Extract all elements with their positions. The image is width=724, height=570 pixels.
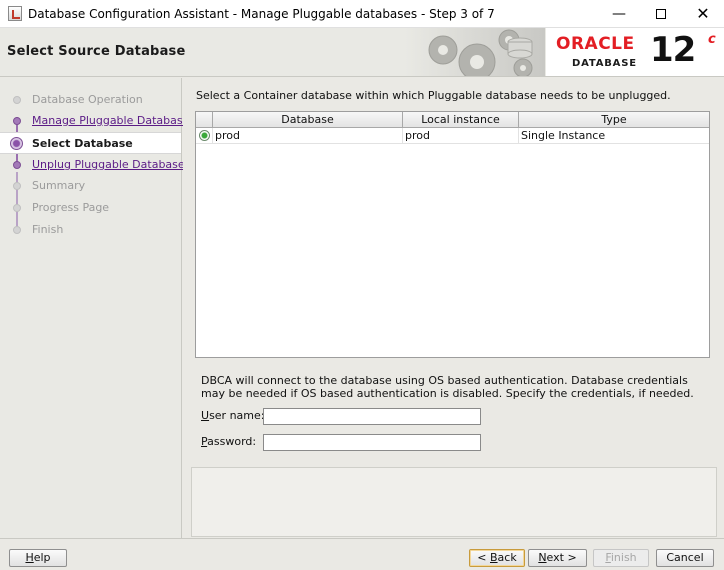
next-label-rest: ext > xyxy=(546,551,577,564)
step-dot-icon xyxy=(13,182,21,190)
help-button[interactable]: Help xyxy=(9,549,67,567)
main-panel: Select a Container database within which… xyxy=(183,78,724,538)
cell-local-instance: prod xyxy=(403,128,519,144)
row-select-cell[interactable] xyxy=(196,128,213,144)
table-row[interactable]: prod prod Single Instance xyxy=(196,128,709,144)
version-number: 12 xyxy=(650,30,696,70)
step-current-icon xyxy=(10,137,23,150)
step-dot-icon xyxy=(13,96,21,104)
window-title-bar[interactable]: Database Configuration Assistant - Manag… xyxy=(0,0,724,28)
password-label-rest: assword: xyxy=(207,435,257,448)
step-label: Database Operation xyxy=(32,93,143,106)
minimize-icon[interactable]: — xyxy=(598,0,640,28)
step-dot-icon xyxy=(13,226,21,234)
header-banner: Select Source Database ORACLE DATABASE 1… xyxy=(0,28,724,77)
radio-selected-icon[interactable] xyxy=(199,130,210,141)
table-header: Database Local instance Type xyxy=(196,112,709,128)
button-bar: Help < Back Next > Finish Cancel xyxy=(0,538,724,570)
step-manage-pluggable-databases[interactable]: Manage Pluggable Databases xyxy=(0,110,195,132)
username-mnemonic: U xyxy=(201,409,210,422)
column-header-select[interactable] xyxy=(196,112,213,128)
cell-type: Single Instance xyxy=(521,129,606,142)
oracle-logo-word: ORACLE xyxy=(556,34,635,54)
step-dot-icon xyxy=(13,161,21,169)
auth-note-text: DBCA will connect to the database using … xyxy=(201,374,694,400)
window-title: Database Configuration Assistant - Manag… xyxy=(28,7,495,21)
back-prefix: < xyxy=(477,551,490,564)
help-label-rest: elp xyxy=(33,551,51,564)
version-suffix: c xyxy=(708,32,716,47)
step-dot-icon xyxy=(13,204,21,212)
step-label: Summary xyxy=(32,179,86,192)
step-label: Select Database xyxy=(32,137,133,150)
step-database-operation: Database Operation xyxy=(0,89,181,111)
step-label[interactable]: Manage Pluggable Databases xyxy=(32,114,195,127)
back-mnemonic: B xyxy=(490,551,498,564)
close-icon[interactable]: ✕ xyxy=(682,0,724,28)
oracle-logo-sub: DATABASE xyxy=(572,58,637,69)
database-table[interactable]: Database Local instance Type prod prod S… xyxy=(195,111,710,358)
maximize-icon[interactable] xyxy=(640,0,682,28)
step-label[interactable]: Unplug Pluggable Database xyxy=(32,158,185,171)
next-button[interactable]: Next > xyxy=(528,549,587,567)
page-title: Select Source Database xyxy=(7,44,186,59)
finish-button: Finish xyxy=(593,549,649,567)
finish-label-rest: inish xyxy=(610,551,637,564)
step-unplug-pluggable-database[interactable]: Unplug Pluggable Database xyxy=(0,154,185,176)
username-label-rest: ser name: xyxy=(209,409,265,422)
column-header-local-instance[interactable]: Local instance xyxy=(403,112,519,128)
step-summary: Summary xyxy=(0,175,181,197)
instruction-text: Select a Container database within which… xyxy=(196,89,671,102)
back-label-rest: ack xyxy=(497,551,517,564)
cell-database: prod xyxy=(213,128,403,144)
next-mnemonic: N xyxy=(538,551,547,564)
column-header-type[interactable]: Type xyxy=(519,112,709,128)
step-progress-page: Progress Page xyxy=(0,197,181,219)
step-select-database: Select Database xyxy=(0,132,181,154)
message-area xyxy=(191,467,717,537)
steps-sidebar: Database Operation Manage Pluggable Data… xyxy=(0,78,195,538)
column-header-database[interactable]: Database xyxy=(213,112,403,128)
dbca-app-icon xyxy=(8,6,22,21)
back-button[interactable]: < Back xyxy=(469,549,525,567)
step-dot-icon xyxy=(13,117,21,125)
oracle-logo: ORACLE DATABASE 12 c xyxy=(546,28,724,76)
gears-graphic-icon xyxy=(405,28,545,76)
password-label: Password: xyxy=(201,435,256,448)
help-mnemonic: H xyxy=(25,551,34,564)
username-label: User name: xyxy=(201,409,264,422)
cancel-button[interactable]: Cancel xyxy=(656,549,714,567)
step-label: Finish xyxy=(32,223,64,236)
password-input[interactable] xyxy=(263,434,481,451)
step-label: Progress Page xyxy=(32,201,110,214)
step-finish: Finish xyxy=(0,219,181,241)
username-input[interactable] xyxy=(263,408,481,425)
